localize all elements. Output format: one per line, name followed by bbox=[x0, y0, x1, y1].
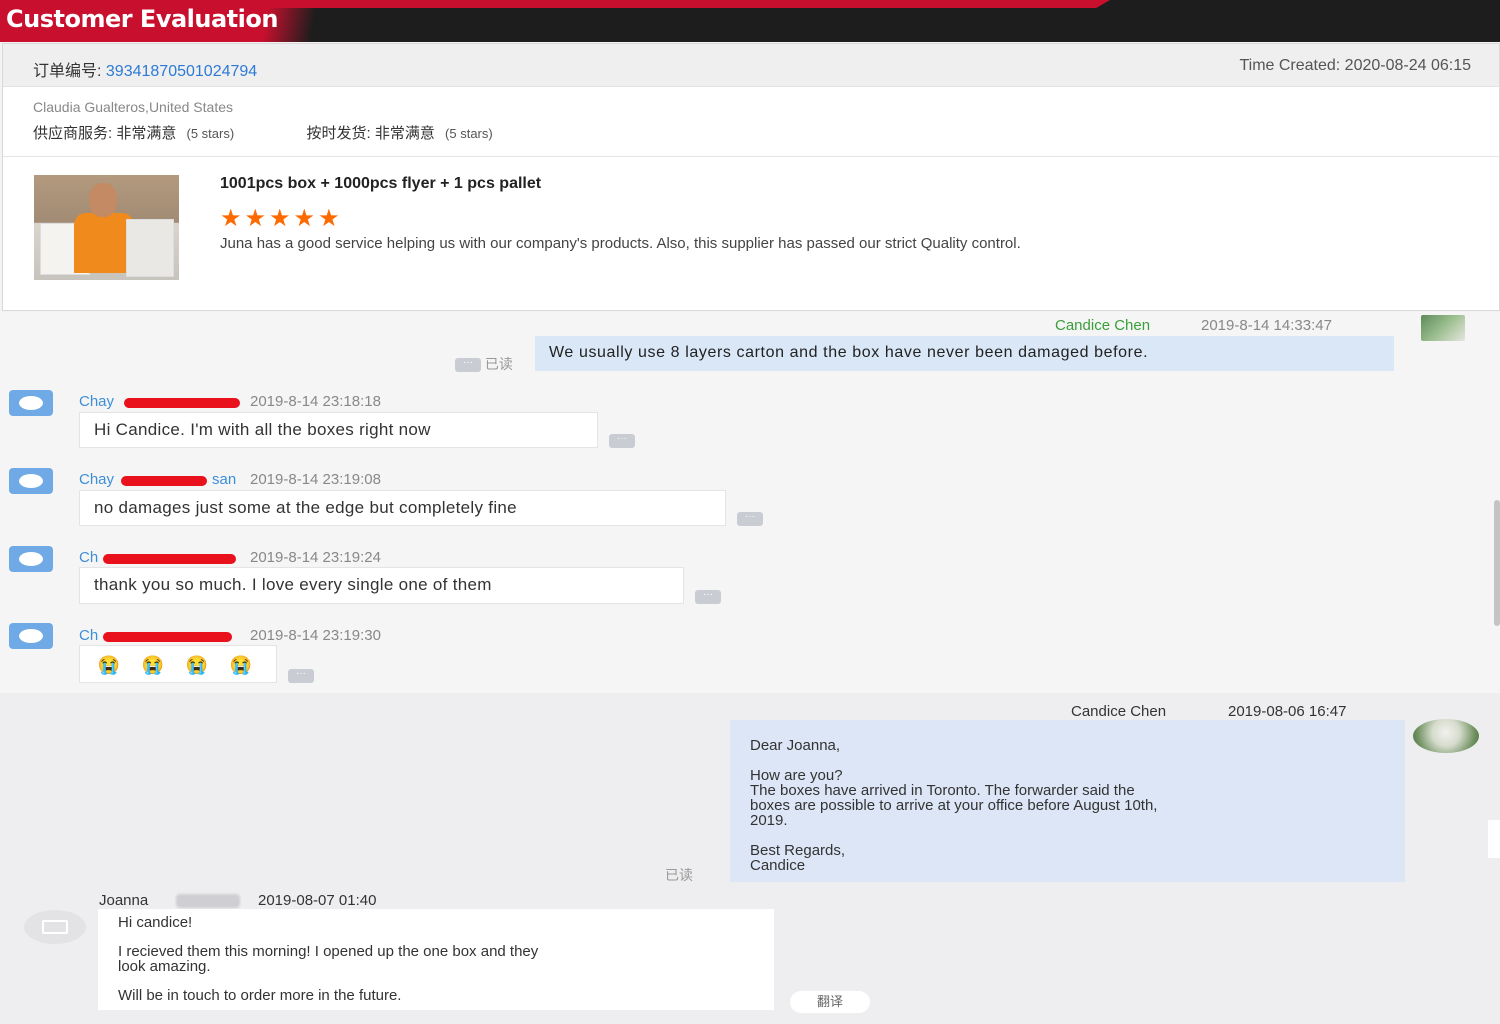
message-time: 2019-8-14 23:18:18 bbox=[250, 393, 381, 410]
page-title: Customer Evaluation bbox=[6, 5, 278, 33]
letter-closing: Best Regards, bbox=[750, 842, 846, 859]
crying-emoji-icon: 😭 bbox=[229, 655, 253, 675]
seller-name: Candice Chen bbox=[1055, 317, 1151, 334]
letter-greeting: Dear Joanna, bbox=[750, 737, 841, 754]
order-number: 订单编号: 39341870501024794 bbox=[33, 57, 257, 81]
more-options-icon[interactable]: ··· bbox=[609, 434, 635, 448]
side-collapse-arrow-icon[interactable] bbox=[1488, 820, 1500, 858]
time-created: Time Created: 2020-08-24 06:15 bbox=[1239, 57, 1471, 74]
product-title: 1001pcs box + 1000pcs flyer + 1 pcs pall… bbox=[220, 175, 542, 192]
reply-line: I recieved them this morning! I opened u… bbox=[118, 943, 539, 960]
buyer-avatar[interactable] bbox=[9, 468, 53, 494]
redaction-mark bbox=[121, 476, 207, 486]
product-photo[interactable] bbox=[34, 175, 179, 280]
crying-emoji-icon: 😭 bbox=[185, 655, 209, 675]
message-time: 2019-08-06 16:47 bbox=[1228, 703, 1347, 720]
message-time: 2019-8-14 23:19:30 bbox=[250, 627, 381, 644]
buyer-name: Joanna bbox=[99, 892, 149, 909]
order-number-label: 订单编号: bbox=[33, 63, 102, 80]
buyer-avatar[interactable] bbox=[9, 546, 53, 572]
order-number-link[interactable]: 39341870501024794 bbox=[106, 63, 257, 80]
page: Customer Evaluation 订单编号: 39341870501024… bbox=[0, 0, 1500, 1024]
seller-letter-bubble: Dear Joanna, How are you? The boxes have… bbox=[730, 720, 1405, 882]
supplier-service-rating: 供应商服务: 非常满意 bbox=[33, 125, 177, 142]
review-comment: Juna has a good service helping us with … bbox=[220, 235, 1021, 252]
redaction-mark bbox=[103, 554, 236, 564]
crying-emoji-icon: 😭 bbox=[97, 655, 121, 675]
seller-avatar[interactable] bbox=[1421, 315, 1465, 341]
read-status: 已读 bbox=[665, 867, 693, 883]
letter-line: boxes are possible to arrive at your off… bbox=[750, 797, 1158, 814]
seller-avatar[interactable] bbox=[1413, 719, 1479, 753]
scrollbar[interactable] bbox=[1494, 500, 1500, 626]
buyer-avatar-placeholder[interactable] bbox=[24, 910, 86, 944]
supplier-service-stars: (5 stars) bbox=[186, 126, 235, 141]
rating-stars-icon: ★★★★★ bbox=[220, 205, 343, 232]
message-time: 2019-8-14 14:33:47 bbox=[1201, 317, 1332, 334]
on-time-stars: (5 stars) bbox=[445, 126, 493, 141]
message-time: 2019-8-14 23:19:08 bbox=[250, 471, 381, 488]
reply-line: Hi candice! bbox=[118, 914, 193, 931]
buyer-message-bubble: thank you so much. I love every single o… bbox=[79, 567, 684, 604]
buyer-name: Ch bbox=[79, 549, 99, 566]
message-time: 2019-08-07 01:40 bbox=[258, 892, 377, 909]
buyer-name: Ch bbox=[79, 627, 99, 644]
buyer-name: Chay bbox=[79, 393, 115, 410]
rating-row: 供应商服务: 非常满意 (5 stars) 按时发货: 非常满意 (5 star… bbox=[33, 122, 499, 143]
read-label: 已读 bbox=[484, 356, 513, 372]
letter-line: 2019. bbox=[750, 812, 788, 829]
image-icon bbox=[42, 920, 68, 934]
buyer-avatar[interactable] bbox=[9, 623, 53, 649]
on-time-rating: 按时发货: 非常满意 bbox=[306, 125, 435, 142]
more-options-icon[interactable]: ··· bbox=[455, 358, 481, 373]
seller-name: Candice Chen bbox=[1071, 703, 1167, 720]
buyer-message-bubble: Hi Candice. I'm with all the boxes right… bbox=[79, 412, 598, 448]
crying-emoji-icon: 😭 bbox=[141, 655, 165, 675]
divider bbox=[3, 156, 1499, 157]
letter-line: How are you? bbox=[750, 767, 843, 784]
more-options-icon[interactable]: ··· bbox=[695, 590, 721, 604]
redaction-mark bbox=[124, 398, 240, 408]
header-bar: Customer Evaluation bbox=[0, 0, 1500, 42]
buyer-reply-bubble: Hi candice! I recieved them this morning… bbox=[98, 909, 774, 1010]
evaluation-card-header: 订单编号: 39341870501024794 Time Created: 20… bbox=[3, 44, 1499, 87]
buyer-avatar[interactable] bbox=[9, 390, 53, 416]
more-options-icon[interactable]: ··· bbox=[737, 512, 763, 526]
evaluation-card: 订单编号: 39341870501024794 Time Created: 20… bbox=[2, 43, 1500, 311]
buyer-emoji-bubble: 😭 😭 😭 😭 bbox=[79, 645, 277, 683]
read-status: ··· 已读 bbox=[455, 354, 513, 374]
buyer-name-end: san bbox=[212, 471, 237, 488]
message-time: 2019-8-14 23:19:24 bbox=[250, 549, 381, 566]
chat-section-1: Candice Chen 2019-8-14 14:33:47 ··· 已读 W… bbox=[0, 312, 1500, 693]
buyer-name-start: Chay bbox=[79, 471, 115, 488]
seller-message-bubble: We usually use 8 layers carton and the b… bbox=[535, 336, 1394, 371]
buyer-message-bubble: no damages just some at the edge but com… bbox=[79, 490, 726, 526]
reply-line: look amazing. bbox=[118, 958, 211, 975]
translate-button[interactable]: 翻译 bbox=[790, 991, 870, 1013]
buyer-info: Claudia Gualteros,United States bbox=[33, 99, 233, 115]
chat-section-2: Candice Chen 2019-08-06 16:47 Dear Joann… bbox=[0, 693, 1500, 1024]
redaction-mark bbox=[103, 632, 232, 642]
header-red-stripe bbox=[216, 0, 1110, 8]
redaction-blur bbox=[176, 894, 240, 908]
more-options-icon[interactable]: ··· bbox=[288, 669, 314, 683]
letter-line: The boxes have arrived in Toronto. The f… bbox=[750, 782, 1135, 799]
reply-line: Will be in touch to order more in the fu… bbox=[118, 987, 402, 1004]
letter-signature: Candice bbox=[750, 857, 806, 874]
